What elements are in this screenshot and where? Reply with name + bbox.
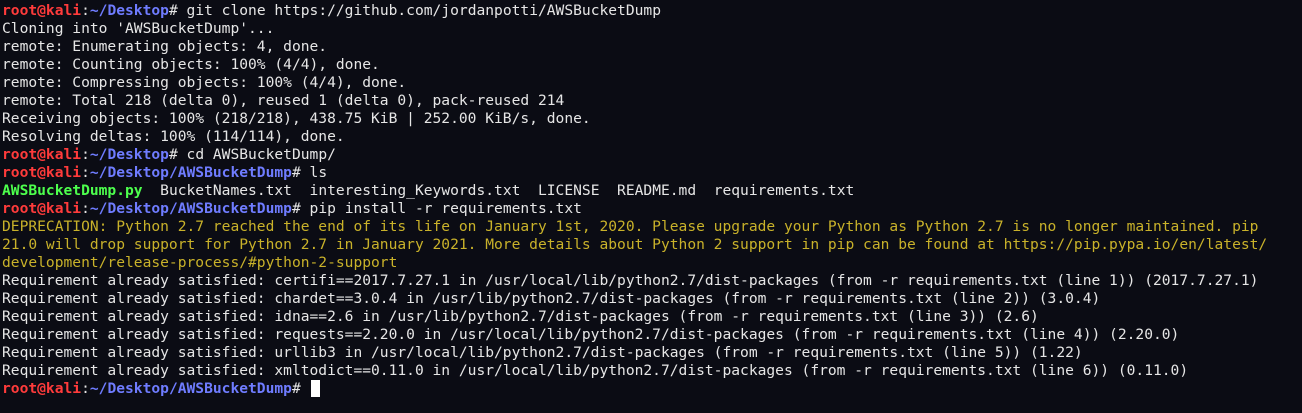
output-line: remote: Compressing objects: 100% (4/4),… [2, 74, 1302, 92]
deprecation-text: DEPRECATION: Python 2.7 reached the end … [2, 218, 1259, 235]
prompt-line: root@kali:~/Desktop/AWSBucketDump# pip i… [2, 200, 1302, 218]
warning-line: DEPRECATION: Python 2.7 reached the end … [2, 218, 1302, 236]
output-line: Cloning into 'AWSBucketDump'... [2, 20, 1302, 38]
prompt-user: root@kali [2, 164, 82, 181]
output-line: remote: Total 218 (delta 0), reused 1 (d… [2, 92, 1302, 110]
output-text: Requirement already satisfied: chardet==… [2, 290, 1101, 307]
prompt-hash: # [168, 146, 187, 163]
prompt-line: root@kali:~/Desktop/AWSBucketDump# [2, 380, 1302, 398]
output-text: Cloning into 'AWSBucketDump'... [2, 20, 275, 37]
command-text: cd AWSBucketDump/ [186, 146, 336, 163]
warning-line: development/release-process/#python-2-su… [2, 254, 1302, 272]
output-line: Receiving objects: 100% (218/218), 438.7… [2, 110, 1302, 128]
prompt-path: ~/Desktop/AWSBucketDump [89, 380, 292, 397]
output-line: Requirement already satisfied: chardet==… [2, 290, 1302, 308]
output-line: Resolving deltas: 100% (114/114), done. [2, 128, 1302, 146]
prompt-hash: # [291, 380, 310, 397]
prompt-separator: : [81, 380, 90, 397]
command-text: ls [309, 164, 328, 181]
terminal-window[interactable]: root@kali:~/Desktop# git clone https://g… [0, 0, 1302, 413]
output-line: Requirement already satisfied: certifi==… [2, 272, 1302, 290]
prompt-separator: : [81, 2, 90, 19]
output-text: Requirement already satisfied: xmltodict… [2, 362, 1189, 379]
prompt-line: root@kali:~/Desktop# git clone https://g… [2, 2, 1302, 20]
deprecation-text: 21.0 will drop support for Python 2.7 in… [2, 236, 1268, 253]
prompt-user: root@kali [2, 200, 82, 217]
prompt-hash: # [291, 200, 310, 217]
output-text: remote: Counting objects: 100% (4/4), do… [2, 56, 380, 73]
output-text: Requirement already satisfied: certifi==… [2, 272, 1259, 289]
output-line: Requirement already satisfied: urllib3 i… [2, 344, 1302, 362]
warning-line: 21.0 will drop support for Python 2.7 in… [2, 236, 1302, 254]
prompt-path: ~/Desktop [89, 146, 169, 163]
prompt-user: root@kali [2, 2, 82, 19]
prompt-separator: : [81, 146, 90, 163]
output-text: remote: Compressing objects: 100% (4/4),… [2, 74, 407, 91]
prompt-path: ~/Desktop/AWSBucketDump [89, 164, 292, 181]
prompt-user: root@kali [2, 380, 82, 397]
output-line: Requirement already satisfied: idna==2.6… [2, 308, 1302, 326]
output-text: Requirement already satisfied: urllib3 i… [2, 344, 1083, 361]
output-text: Requirement already satisfied: requests=… [2, 326, 1180, 343]
prompt-separator: : [81, 164, 90, 181]
output-line: Requirement already satisfied: requests=… [2, 326, 1302, 344]
output-line: remote: Counting objects: 100% (4/4), do… [2, 56, 1302, 74]
output-text: remote: Total 218 (delta 0), reused 1 (d… [2, 92, 565, 109]
prompt-line: root@kali:~/Desktop/AWSBucketDump# ls [2, 164, 1302, 182]
output-text: remote: Enumerating objects: 4, done. [2, 38, 328, 55]
output-text: Requirement already satisfied: idna==2.6… [2, 308, 1039, 325]
executable-file: AWSBucketDump.py [2, 182, 143, 199]
command-text: pip install -r requirements.txt [309, 200, 582, 217]
text-cursor[interactable] [310, 380, 320, 397]
output-text: Resolving deltas: 100% (114/114), done. [2, 128, 345, 145]
listing-files: BucketNames.txt interesting_Keywords.txt… [142, 182, 855, 199]
prompt-hash: # [168, 2, 187, 19]
deprecation-text: development/release-process/#python-2-su… [2, 254, 398, 271]
prompt-line: root@kali:~/Desktop# cd AWSBucketDump/ [2, 146, 1302, 164]
prompt-user: root@kali [2, 146, 82, 163]
output-text: Receiving objects: 100% (218/218), 438.7… [2, 110, 591, 127]
output-line: Requirement already satisfied: xmltodict… [2, 362, 1302, 380]
prompt-path: ~/Desktop/AWSBucketDump [89, 200, 292, 217]
prompt-separator: : [81, 200, 90, 217]
command-text: git clone https://github.com/jordanpotti… [186, 2, 661, 19]
output-line: remote: Enumerating objects: 4, done. [2, 38, 1302, 56]
directory-listing: AWSBucketDump.py BucketNames.txt interes… [2, 182, 1302, 200]
prompt-hash: # [291, 164, 310, 181]
prompt-path: ~/Desktop [89, 2, 169, 19]
